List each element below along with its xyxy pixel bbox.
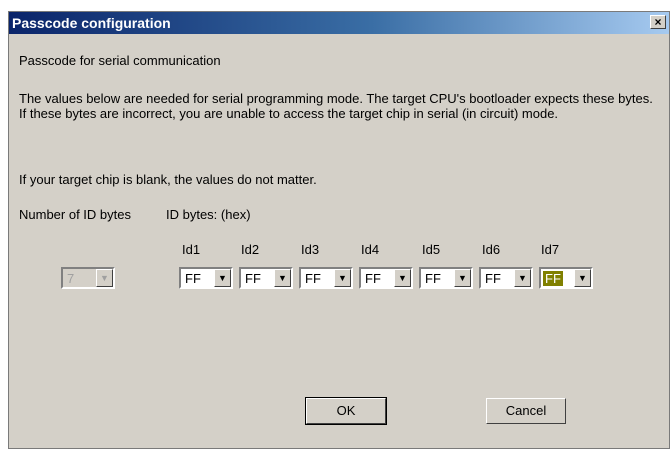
chevron-down-icon[interactable]: ▼: [454, 269, 471, 287]
id1-select[interactable]: FF ▼: [179, 267, 233, 289]
id3-select[interactable]: FF ▼: [299, 267, 353, 289]
id4-label: Id4: [361, 242, 380, 257]
num-bytes-value: 7: [67, 271, 75, 286]
chevron-down-icon[interactable]: ▼: [334, 269, 351, 287]
section-heading: Passcode for serial communication: [19, 53, 221, 68]
id4-select[interactable]: FF ▼: [359, 267, 413, 289]
chevron-down-icon: ▼: [96, 269, 113, 287]
id7-label: Id7: [541, 242, 560, 257]
id5-label: Id5: [422, 242, 441, 257]
id6-select[interactable]: FF ▼: [479, 267, 533, 289]
passcode-dialog: Passcode configuration × Passcode for se…: [8, 11, 670, 449]
window-title: Passcode configuration: [12, 15, 171, 31]
id7-select[interactable]: FF ▼: [539, 267, 593, 289]
id2-label: Id2: [241, 242, 260, 257]
id1-label: Id1: [182, 242, 201, 257]
id4-value: FF: [365, 271, 381, 286]
id6-value: FF: [485, 271, 501, 286]
description-text: The values below are needed for serial p…: [19, 91, 653, 121]
id-bytes-label: ID bytes: (hex): [166, 207, 251, 222]
close-icon[interactable]: ×: [650, 15, 666, 29]
ok-button[interactable]: OK: [305, 397, 387, 425]
id2-value: FF: [245, 271, 261, 286]
id5-select[interactable]: FF ▼: [419, 267, 473, 289]
title-bar[interactable]: Passcode configuration ×: [9, 12, 669, 34]
chevron-down-icon[interactable]: ▼: [274, 269, 291, 287]
cancel-button[interactable]: Cancel: [486, 398, 566, 424]
id7-value: FF: [543, 271, 563, 286]
num-bytes-select: 7 ▼: [61, 267, 115, 289]
id5-value: FF: [425, 271, 441, 286]
id3-value: FF: [305, 271, 321, 286]
chevron-down-icon[interactable]: ▼: [214, 269, 231, 287]
num-bytes-label: Number of ID bytes: [19, 207, 131, 222]
id2-select[interactable]: FF ▼: [239, 267, 293, 289]
blank-chip-note: If your target chip is blank, the values…: [19, 172, 317, 187]
chevron-down-icon[interactable]: ▼: [574, 269, 591, 287]
id6-label: Id6: [482, 242, 501, 257]
chevron-down-icon[interactable]: ▼: [394, 269, 411, 287]
chevron-down-icon[interactable]: ▼: [514, 269, 531, 287]
id1-value: FF: [185, 271, 201, 286]
id3-label: Id3: [301, 242, 320, 257]
